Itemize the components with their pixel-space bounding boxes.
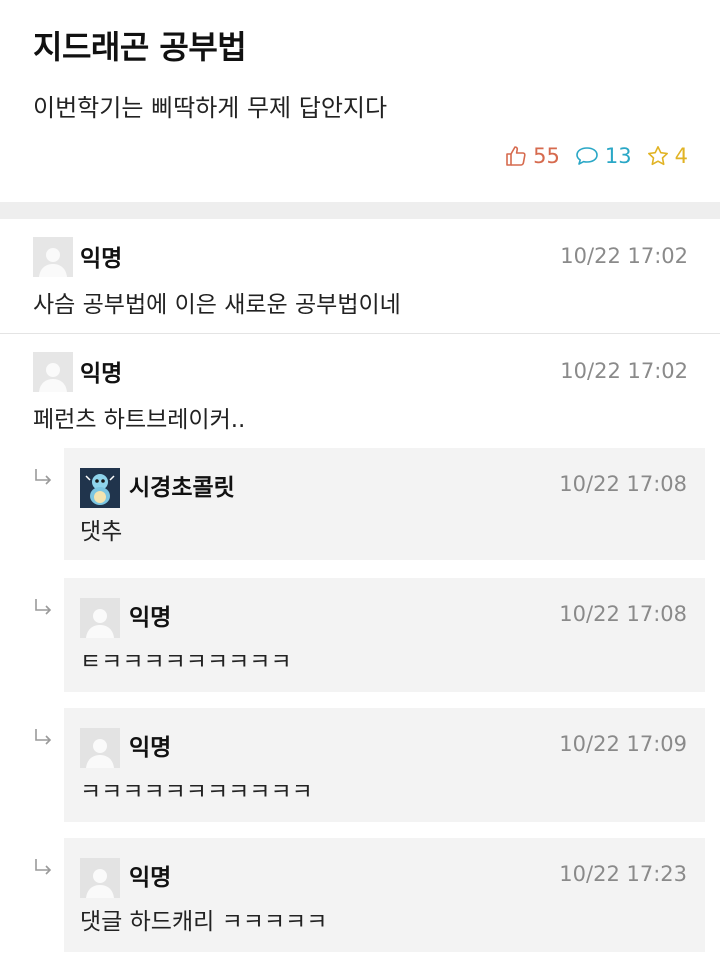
reply-item: 익명 10/22 17:23 댓글 하드캐리 ㅋㅋㅋㅋㅋ bbox=[64, 838, 705, 952]
reply-time: 10/22 17:08 bbox=[559, 602, 687, 626]
reply-time: 10/22 17:08 bbox=[559, 472, 687, 496]
comment-item: 익명 10/22 17:02 사슴 공부법에 이은 새로운 공부법이네 bbox=[0, 219, 720, 334]
squirtle-avatar-icon bbox=[80, 468, 120, 508]
star-icon bbox=[647, 146, 668, 166]
reply-time: 10/22 17:09 bbox=[559, 732, 687, 756]
comment-time: 10/22 17:02 bbox=[560, 359, 688, 383]
anonymous-user-icon bbox=[33, 237, 73, 277]
default-avatar bbox=[33, 237, 73, 277]
section-divider bbox=[0, 202, 720, 219]
speech-bubble-icon bbox=[576, 147, 598, 165]
reply-author[interactable]: 시경초콜릿 bbox=[129, 468, 235, 502]
anonymous-user-icon bbox=[80, 598, 120, 638]
default-avatar bbox=[33, 352, 73, 392]
comment-text: 페런츠 하트브레이커.. bbox=[33, 407, 246, 433]
post-body: 이번학기는 삐딱하게 무제 답안지다 bbox=[33, 94, 388, 122]
thumbs-up-icon bbox=[506, 146, 526, 166]
reply-item: 익명 10/22 17:08 ㅌㅋㅋㅋㅋㅋㅋㅋㅋㅋ bbox=[64, 578, 705, 692]
reply-text: ㅋㅋㅋㅋㅋㅋㅋㅋㅋㅋㅋ bbox=[80, 779, 313, 805]
reply-arrow-icon bbox=[35, 729, 52, 745]
reply-text: 댓글 하드캐리 ㅋㅋㅋㅋㅋ bbox=[80, 909, 328, 935]
comment-author[interactable]: 익명 bbox=[80, 239, 122, 273]
comment-item: 익명 10/22 17:02 페런츠 하트브레이커.. bbox=[0, 334, 720, 439]
default-avatar bbox=[80, 858, 120, 898]
anonymous-user-icon bbox=[80, 858, 120, 898]
reply-text: ㅌㅋㅋㅋㅋㅋㅋㅋㅋㅋ bbox=[80, 649, 292, 675]
anonymous-user-icon bbox=[33, 352, 73, 392]
reply-arrow-icon bbox=[35, 599, 52, 615]
like-count[interactable]: 55 bbox=[504, 144, 560, 168]
comment-count-value: 13 bbox=[604, 144, 632, 168]
reply-time: 10/22 17:23 bbox=[559, 862, 687, 886]
default-avatar bbox=[80, 728, 120, 768]
post-title: 지드래곤 공부법 bbox=[33, 28, 247, 66]
reply-item: 시경초콜릿 10/22 17:08 댓추 bbox=[64, 448, 705, 560]
reply-arrow-icon bbox=[35, 859, 52, 875]
anonymous-user-icon bbox=[80, 728, 120, 768]
reply-item: 익명 10/22 17:09 ㅋㅋㅋㅋㅋㅋㅋㅋㅋㅋㅋ bbox=[64, 708, 705, 822]
default-avatar bbox=[80, 598, 120, 638]
comment-count[interactable]: 13 bbox=[574, 144, 632, 168]
reply-author[interactable]: 익명 bbox=[129, 858, 171, 892]
post-header: 지드래곤 공부법 이번학기는 삐딱하게 무제 답안지다 55 13 4 bbox=[0, 0, 720, 202]
reply-arrow-icon bbox=[35, 469, 52, 485]
comment-time: 10/22 17:02 bbox=[560, 244, 688, 268]
scrap-count-value: 4 bbox=[674, 144, 688, 168]
comment-text: 사슴 공부법에 이은 새로운 공부법이네 bbox=[33, 292, 401, 318]
reply-author[interactable]: 익명 bbox=[129, 728, 171, 762]
squirtle-avatar bbox=[80, 468, 120, 508]
comment-author[interactable]: 익명 bbox=[80, 354, 122, 388]
reply-author[interactable]: 익명 bbox=[129, 598, 171, 632]
like-count-value: 55 bbox=[533, 144, 560, 168]
post-stats: 55 13 4 bbox=[490, 142, 688, 170]
scrap-count[interactable]: 4 bbox=[646, 144, 688, 168]
reply-text: 댓추 bbox=[80, 519, 123, 545]
